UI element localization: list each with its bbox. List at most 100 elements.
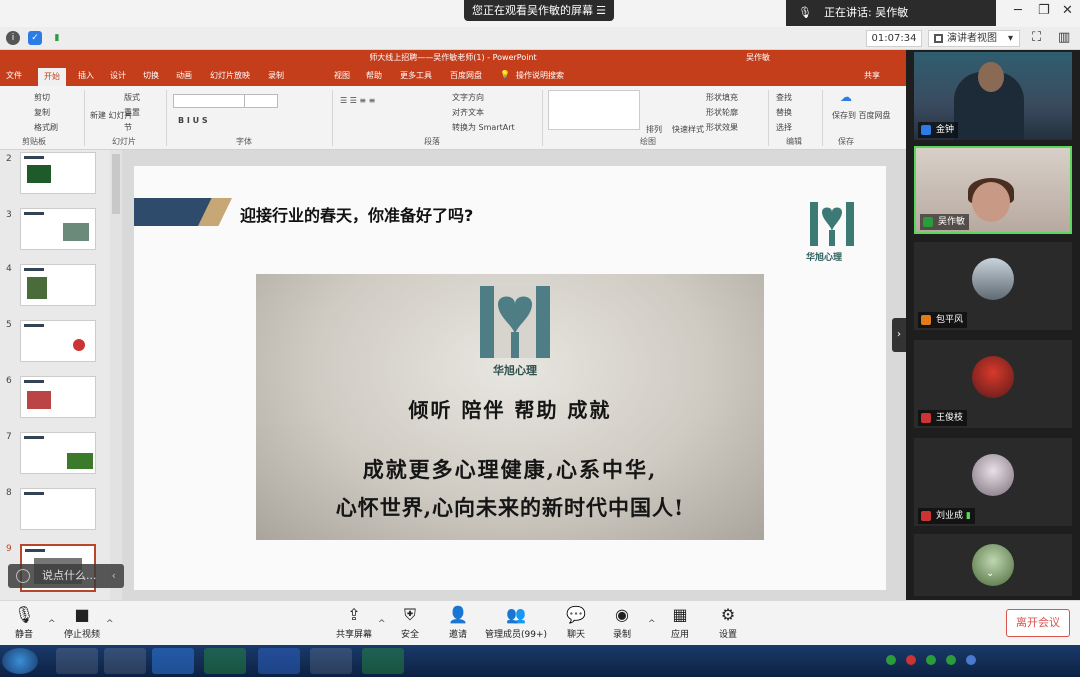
ribbon-divider bbox=[166, 90, 167, 146]
taskbar-app-wechat[interactable] bbox=[204, 648, 246, 674]
stop-video-label: 停止视频 bbox=[63, 630, 100, 640]
grid-icon bbox=[934, 34, 943, 43]
quick-styles-button[interactable]: 快速样式 bbox=[672, 124, 704, 135]
ppt-window-title: 师大线上招聘——吴作敏老师(1) - PowerPoint bbox=[369, 53, 537, 62]
participant-tile[interactable]: ⌄ bbox=[914, 534, 1072, 596]
taskbar-app-zoom[interactable] bbox=[152, 648, 194, 674]
tab-help[interactable]: 帮助 bbox=[366, 70, 382, 81]
tab-transitions[interactable]: 切换 bbox=[143, 70, 159, 81]
participant-tile-active-speaker[interactable]: 吴作敏 bbox=[914, 146, 1072, 234]
slide-thumbnail[interactable] bbox=[20, 320, 96, 362]
font-size-input[interactable] bbox=[244, 94, 278, 108]
fullscreen-icon[interactable]: ⛶ bbox=[1032, 30, 1041, 45]
thumbnail-scrollbar[interactable] bbox=[110, 150, 122, 600]
tray-icon[interactable] bbox=[946, 655, 956, 665]
align-text-button[interactable]: 对齐文本 bbox=[452, 107, 484, 118]
record-button[interactable]: ◉ 录制 bbox=[592, 605, 652, 640]
invite-label: 邀请 bbox=[448, 630, 467, 640]
participant-tile[interactable]: 刘业成 ▮ bbox=[914, 438, 1072, 526]
reset-button[interactable]: 重置 bbox=[124, 107, 140, 118]
mic-icon bbox=[923, 217, 933, 227]
taskbar-app-browser[interactable] bbox=[56, 648, 98, 674]
close-icon[interactable]: ✕ bbox=[1062, 3, 1073, 18]
participants-button[interactable]: 👥 管理成员(99+) bbox=[476, 605, 556, 640]
participant-tile[interactable]: 金钟 bbox=[914, 52, 1072, 140]
tell-me-search[interactable]: 操作说明搜索 bbox=[516, 70, 564, 81]
taskbar-app-word[interactable] bbox=[258, 648, 300, 674]
tab-file[interactable]: 文件 bbox=[6, 70, 22, 81]
ribbon-divider bbox=[84, 90, 85, 146]
shape-effects-button[interactable]: 形状效果 bbox=[706, 122, 738, 133]
tab-record[interactable]: 录制 bbox=[268, 70, 284, 81]
taskbar-app-explorer[interactable] bbox=[104, 648, 146, 674]
stop-video-button[interactable]: ■ 停止视频 bbox=[52, 605, 112, 640]
smartart-button[interactable]: 转换为 SmartArt bbox=[452, 122, 515, 133]
chevron-up-icon[interactable]: ^ bbox=[106, 619, 114, 629]
info-icon[interactable]: i bbox=[6, 31, 20, 45]
tab-baidu[interactable]: 百度网盘 bbox=[450, 70, 482, 81]
section-button[interactable]: 节 bbox=[124, 122, 132, 133]
mute-button[interactable]: 🎙 静音 bbox=[0, 605, 54, 640]
participant-tile[interactable]: 王俊枝 bbox=[914, 340, 1072, 428]
save-baidu-button[interactable]: 保存到 百度网盘 bbox=[832, 110, 891, 121]
copy-button[interactable]: 复制 bbox=[34, 107, 50, 118]
chevron-left-icon[interactable]: ‹ bbox=[112, 564, 116, 588]
settings-button[interactable]: ⚙ 设置 bbox=[698, 605, 758, 640]
leave-meeting-button[interactable]: 离开会议 bbox=[1006, 609, 1070, 637]
current-slide: 迎接行业的春天，你准备好了吗? 华旭心理 华旭心理 倾听 陪伴 帮助 成就 成就… bbox=[134, 166, 886, 590]
layout-icon[interactable]: ▥ bbox=[1058, 30, 1070, 45]
view-mode-button[interactable]: 演讲者视图 ▾ bbox=[928, 30, 1020, 47]
arrange-button[interactable]: 排列 bbox=[646, 124, 662, 135]
shape-outline-button[interactable]: 形状轮廓 bbox=[706, 107, 738, 118]
layout-button[interactable]: 版式 bbox=[124, 92, 140, 103]
find-button[interactable]: 查找 bbox=[776, 92, 792, 103]
slide-thumbnail[interactable] bbox=[20, 488, 96, 530]
tab-slideshow[interactable]: 幻灯片放映 bbox=[210, 70, 250, 81]
cut-button[interactable]: 剪切 bbox=[34, 92, 50, 103]
share-screen-icon: ⇪ bbox=[347, 605, 361, 624]
tab-animations[interactable]: 动画 bbox=[176, 70, 192, 81]
minimize-icon[interactable]: ─ bbox=[1014, 3, 1022, 18]
shield-icon[interactable]: ✓ bbox=[28, 31, 42, 45]
taskbar-app-green[interactable] bbox=[362, 648, 404, 674]
tab-view[interactable]: 视图 bbox=[334, 70, 350, 81]
comment-input[interactable]: 说点什么... ‹ bbox=[8, 564, 124, 588]
taskbar-app-video[interactable] bbox=[310, 648, 352, 674]
shapes-gallery[interactable] bbox=[548, 90, 640, 130]
replace-button[interactable]: 替换 bbox=[776, 107, 792, 118]
signal-icon[interactable]: ▮ bbox=[50, 31, 64, 45]
shape-fill-button[interactable]: 形状填充 bbox=[706, 92, 738, 103]
bold-icon[interactable]: B I U S bbox=[178, 116, 208, 125]
company-logo bbox=[810, 202, 854, 246]
collapse-gallery-button[interactable]: › bbox=[892, 318, 906, 352]
tray-icon[interactable] bbox=[926, 655, 936, 665]
bullets-icon[interactable]: ☰ ☰ ≡ ≡ bbox=[340, 96, 375, 105]
share-screen-button[interactable]: ⇪ 共享屏幕 bbox=[324, 605, 384, 640]
tray-icon[interactable] bbox=[886, 655, 896, 665]
banner-menu-icon[interactable]: ☰ bbox=[596, 0, 606, 21]
emoji-icon[interactable] bbox=[16, 569, 30, 583]
group-drawing: 绘图 bbox=[640, 137, 656, 146]
slide-thumbnail[interactable] bbox=[20, 152, 96, 194]
text-direction-button[interactable]: 文字方向 bbox=[452, 92, 484, 103]
select-button[interactable]: 选择 bbox=[776, 122, 792, 133]
start-button[interactable] bbox=[2, 648, 38, 674]
tray-icon[interactable] bbox=[966, 655, 976, 665]
screen-share-banner[interactable]: 您正在观看吴作敏的屏幕 ☰ bbox=[464, 0, 614, 21]
tab-design[interactable]: 设计 bbox=[110, 70, 126, 81]
format-painter-button[interactable]: 格式刷 bbox=[34, 122, 58, 133]
tab-home[interactable]: 开始 bbox=[38, 68, 66, 86]
slide-thumbnail[interactable] bbox=[20, 432, 96, 474]
chevron-down-icon[interactable]: ⌄ bbox=[986, 568, 994, 579]
tray-icon[interactable] bbox=[906, 655, 916, 665]
zoom-window: 您正在观看吴作敏的屏幕 ☰ 🎙 正在讲话: 吴作敏 ─ ❐ ✕ i ✓ ▮ 01… bbox=[0, 0, 1080, 677]
slide-thumbnail[interactable] bbox=[20, 376, 96, 418]
share-button[interactable]: 共享 bbox=[864, 70, 880, 81]
tab-more-tools[interactable]: 更多工具 bbox=[400, 70, 432, 81]
slide-thumbnail[interactable] bbox=[20, 208, 96, 250]
restore-icon[interactable]: ❐ bbox=[1038, 3, 1050, 18]
tab-insert[interactable]: 插入 bbox=[78, 70, 94, 81]
participant-tile[interactable]: 包平风 bbox=[914, 242, 1072, 330]
shared-screen: 师大线上招聘——吴作敏老师(1) - PowerPoint 吴作敏 文件 开始 … bbox=[0, 50, 906, 600]
slide-thumbnail[interactable] bbox=[20, 264, 96, 306]
